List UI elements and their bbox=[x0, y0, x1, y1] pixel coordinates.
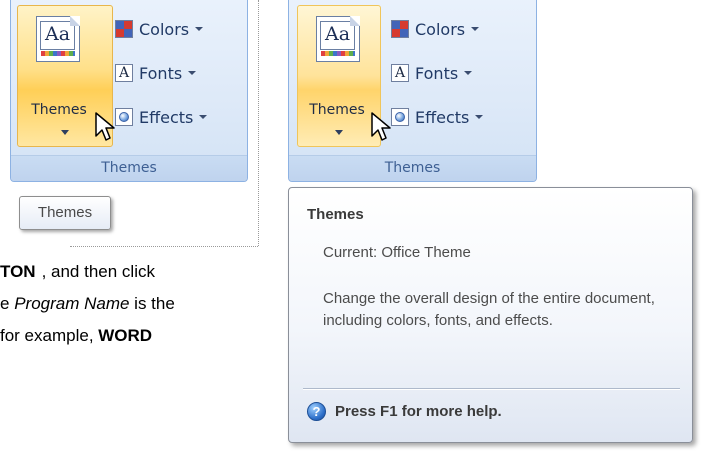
supertip-description: Change the overall design of the entire … bbox=[323, 290, 655, 329]
colors-icon bbox=[391, 20, 409, 38]
doc-line-2-prefix: e bbox=[0, 294, 15, 313]
doc-line-3-plain: for example, bbox=[0, 326, 99, 345]
themes-button[interactable]: Aa Themes bbox=[297, 5, 381, 147]
doc-line-3: for example, WORD bbox=[0, 326, 152, 346]
chevron-down-icon bbox=[335, 130, 343, 135]
supertip-divider bbox=[303, 388, 680, 390]
fonts-label: Fonts bbox=[415, 63, 459, 83]
doc-line-1-bold: TON bbox=[0, 262, 36, 281]
left-themes-group: Aa Themes Colors A Fonts Effects Themes bbox=[10, 0, 248, 182]
themes-supertip: Themes Current: Office Theme Change the … bbox=[288, 187, 693, 443]
doc-line-1: TON , and then click bbox=[0, 262, 155, 282]
help-icon: ? bbox=[307, 402, 326, 421]
themes-icon: Aa bbox=[36, 16, 80, 62]
supertip-current-theme: Current: Office Theme bbox=[323, 244, 471, 261]
supertip-help-text: Press F1 for more help. bbox=[335, 403, 502, 420]
themes-button-label: Themes bbox=[31, 102, 87, 118]
group-caption: Themes bbox=[11, 155, 247, 181]
doc-line-3-bold: WORD bbox=[98, 326, 153, 345]
colors-label: Colors bbox=[139, 19, 190, 39]
doc-line-2-italic: Program Name bbox=[14, 294, 130, 313]
dropdown-arrow-icon bbox=[475, 115, 484, 119]
group-caption: Themes bbox=[289, 155, 536, 181]
left-frame-bottom-edge bbox=[70, 246, 258, 247]
chevron-down-icon bbox=[61, 130, 69, 135]
themes-icon: Aa bbox=[316, 16, 360, 62]
colors-button[interactable]: Colors bbox=[115, 17, 204, 41]
cursor-icon bbox=[371, 112, 391, 141]
colors-label: Colors bbox=[415, 19, 466, 39]
dropdown-arrow-icon bbox=[471, 27, 480, 31]
effects-button[interactable]: Effects bbox=[115, 105, 208, 129]
right-themes-group: Aa Themes Colors A Fonts Effects Themes bbox=[288, 0, 537, 182]
colors-button[interactable]: Colors bbox=[391, 17, 480, 41]
effects-label: Effects bbox=[139, 107, 194, 127]
effects-button[interactable]: Effects bbox=[391, 105, 484, 129]
doc-line-2: e Program Name is the bbox=[0, 294, 175, 314]
fonts-icon: A bbox=[115, 64, 133, 82]
left-frame-right-edge bbox=[258, 0, 259, 246]
doc-line-1-rest: , and then click bbox=[41, 262, 155, 281]
themes-tooltip: Themes bbox=[19, 196, 111, 230]
fonts-icon: A bbox=[391, 64, 409, 82]
dropdown-arrow-icon bbox=[464, 71, 473, 75]
fonts-button[interactable]: A Fonts bbox=[391, 61, 473, 85]
cursor-icon bbox=[95, 112, 115, 141]
supertip-title: Themes bbox=[307, 206, 364, 223]
colors-icon bbox=[115, 20, 133, 38]
dropdown-arrow-icon bbox=[188, 71, 197, 75]
fonts-button[interactable]: A Fonts bbox=[115, 61, 197, 85]
dropdown-arrow-icon bbox=[195, 27, 204, 31]
dropdown-arrow-icon bbox=[199, 115, 208, 119]
themes-button-label: Themes bbox=[309, 102, 365, 118]
effects-label: Effects bbox=[415, 107, 470, 127]
fonts-label: Fonts bbox=[139, 63, 183, 83]
supertip-help: ? Press F1 for more help. bbox=[307, 402, 502, 421]
doc-line-2-rest: is the bbox=[129, 294, 175, 313]
